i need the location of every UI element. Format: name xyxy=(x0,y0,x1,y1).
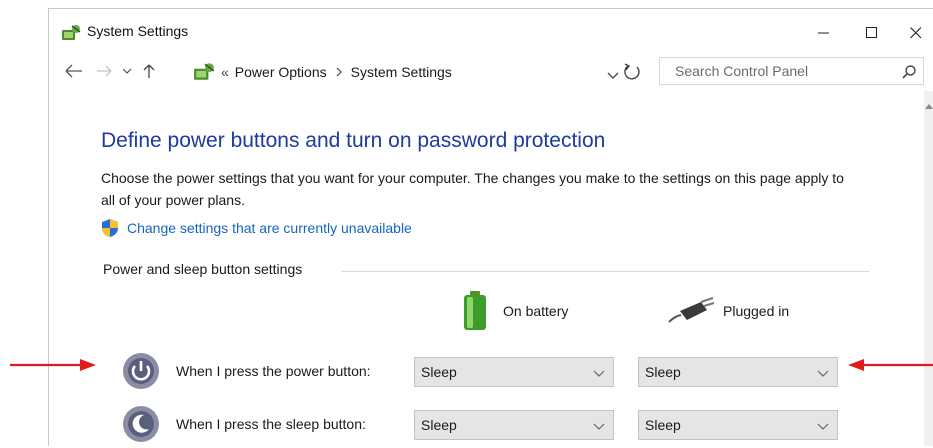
refresh-icon[interactable] xyxy=(621,61,643,83)
page-description: Choose the power settings that you want … xyxy=(101,170,844,208)
power-button-label: When I press the power button: xyxy=(176,363,371,379)
chevron-down-icon xyxy=(817,423,829,430)
change-settings-link-label[interactable]: Change settings that are currently unava… xyxy=(127,220,412,236)
chevron-down-icon xyxy=(593,423,605,430)
selected-value: Sleep xyxy=(645,364,681,380)
sleep-button-setting-row: When I press the sleep button: Sleep Sle… xyxy=(121,404,881,448)
power-plug-icon xyxy=(668,297,715,323)
power-button-icon xyxy=(123,353,159,389)
title-bar[interactable]: System Settings xyxy=(49,9,933,53)
selected-value: Sleep xyxy=(421,417,457,433)
column-on-battery-label: On battery xyxy=(503,303,569,319)
close-button[interactable] xyxy=(898,19,933,47)
minimize-button[interactable] xyxy=(806,19,842,47)
control-panel-icon xyxy=(194,63,215,80)
maximize-button[interactable] xyxy=(854,19,890,47)
search-placeholder: Search Control Panel xyxy=(675,63,809,79)
chevron-right-icon xyxy=(336,67,342,77)
power-button-plugged-in-select[interactable]: Sleep xyxy=(638,357,838,387)
vertical-scrollbar[interactable] xyxy=(924,91,933,446)
back-arrow-icon xyxy=(65,64,82,78)
breadcrumb-system-settings[interactable]: System Settings xyxy=(351,64,452,80)
navigation-bar: « Power Options System Settings Search C… xyxy=(49,53,933,89)
chevron-down-icon xyxy=(122,68,132,74)
annotation-arrow-right xyxy=(10,359,96,371)
change-settings-link[interactable]: Change settings that are currently unava… xyxy=(101,218,412,238)
column-on-battery: On battery xyxy=(461,289,568,333)
page-title: Define power buttons and turn on passwor… xyxy=(101,129,606,152)
column-plugged-in: Plugged in xyxy=(667,289,789,333)
system-settings-window: System Settings « Power Options System S… xyxy=(48,8,933,446)
up-arrow-icon xyxy=(143,64,155,78)
content-pane: Define power buttons and turn on passwor… xyxy=(49,89,924,446)
window-title: System Settings xyxy=(87,23,189,39)
search-input[interactable]: Search Control Panel xyxy=(659,57,924,85)
group-divider xyxy=(341,271,869,272)
column-plugged-in-label: Plugged in xyxy=(723,303,790,319)
forward-arrow-icon xyxy=(97,65,112,77)
sleep-button-on-battery-select[interactable]: Sleep xyxy=(414,410,614,440)
forward-button[interactable] xyxy=(93,61,115,81)
sleep-button-plugged-in-select[interactable]: Sleep xyxy=(638,410,838,440)
power-sleep-group-header: Power and sleep button settings xyxy=(103,261,869,281)
close-icon xyxy=(910,27,922,39)
power-button-setting-row: When I press the power button: Sleep Sle… xyxy=(121,351,881,395)
breadcrumb-power-options[interactable]: Power Options xyxy=(235,64,327,80)
address-bar[interactable]: « Power Options System Settings xyxy=(163,59,619,85)
sleep-button-icon xyxy=(123,406,159,442)
selected-value: Sleep xyxy=(421,364,457,380)
back-button[interactable] xyxy=(61,61,87,81)
group-label: Power and sleep button settings xyxy=(103,261,303,277)
control-panel-icon xyxy=(62,25,81,40)
battery-icon xyxy=(464,291,486,330)
minimize-icon xyxy=(818,32,829,34)
up-button[interactable] xyxy=(139,61,159,81)
maximize-icon xyxy=(866,27,877,38)
scroll-up-button[interactable] xyxy=(924,99,933,113)
chevron-down-icon xyxy=(593,370,605,377)
chevron-down-icon[interactable] xyxy=(603,65,623,85)
selected-value: Sleep xyxy=(645,417,681,433)
chevron-down-icon xyxy=(817,370,829,377)
power-button-on-battery-select[interactable]: Sleep xyxy=(414,357,614,387)
scroll-up-icon xyxy=(925,104,933,109)
annotation-arrow-left xyxy=(848,359,933,371)
sleep-button-label: When I press the sleep button: xyxy=(176,416,366,432)
search-icon[interactable] xyxy=(901,64,917,80)
recent-locations-button[interactable] xyxy=(119,61,135,81)
uac-shield-icon xyxy=(102,219,118,237)
breadcrumb-overflow[interactable]: « xyxy=(221,64,229,80)
